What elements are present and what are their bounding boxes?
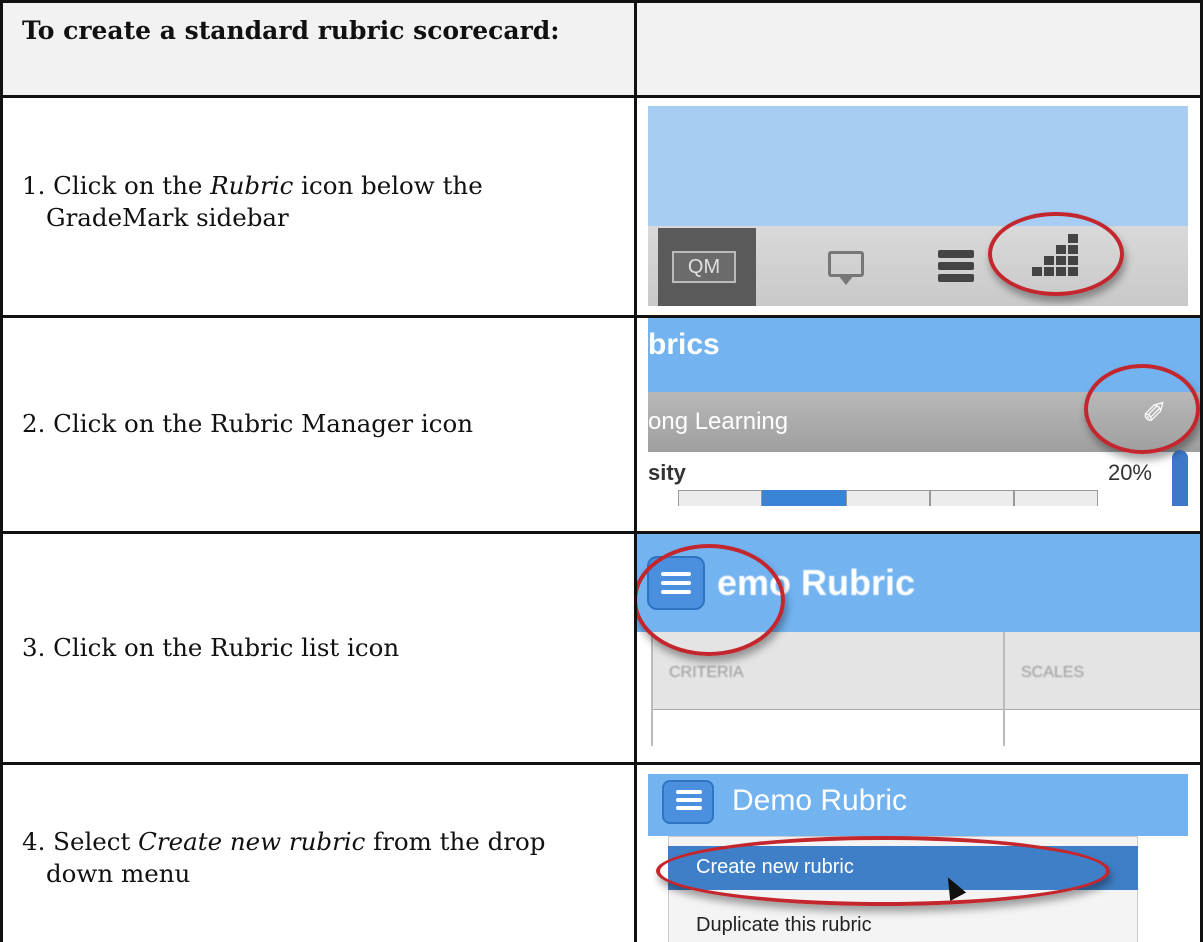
qm-icon: QM	[672, 251, 736, 283]
step-1-text-a: Click on the	[45, 171, 211, 200]
step-1-emphasis: Rubric	[210, 171, 294, 200]
step-3-screenshot: emo Rubric CRITERIA SCALES	[637, 534, 1200, 746]
layers-icon-bar-3	[938, 274, 974, 282]
step-2-text-body: Click on the Rubric Manager icon	[45, 409, 473, 438]
row-divider-1	[0, 95, 1203, 98]
step-3-text: 3. Click on the Rubric list icon	[22, 632, 622, 664]
rubric-title: Demo Rubric	[732, 784, 908, 817]
step-4-text: 4. Select Create new rubric from the dro…	[22, 826, 622, 890]
step-4-text-b: from the drop	[365, 827, 546, 856]
rubric-name-label: ong Learning	[648, 408, 789, 435]
scales-column-header: SCALES	[1021, 664, 1085, 681]
table-border-top	[0, 0, 1203, 3]
step-4-text-a: Select	[45, 827, 139, 856]
header-row-bg-right	[636, 0, 1203, 95]
layers-icon	[938, 250, 974, 258]
step-3-number: 3.	[22, 633, 46, 662]
comment-icon-tail	[838, 275, 854, 285]
step-4-screenshot: Demo Rubric Create new rubric Duplicate …	[648, 774, 1188, 942]
step-3-text-body: Click on the Rubric list icon	[45, 633, 400, 662]
step-4-emphasis: Create new rubric	[138, 827, 366, 856]
scrollbar	[1172, 450, 1188, 506]
table-border-left	[0, 0, 3, 942]
scale-segment	[930, 490, 1014, 506]
row-divider-4	[0, 762, 1203, 765]
column-divider	[1003, 632, 1005, 746]
layers-icon-bar-2	[938, 262, 974, 270]
comment-icon	[828, 251, 864, 277]
column-divider	[651, 632, 653, 746]
sidebar-panel	[648, 106, 1188, 226]
highlight-ring-create-item	[656, 836, 1110, 906]
step-1-text-line2: GradeMark sidebar	[46, 203, 289, 232]
step-4-text-line2: down menu	[46, 859, 191, 888]
step-4-number: 4.	[22, 827, 46, 856]
rubric-header-bar	[648, 774, 1188, 836]
scale-segment-active	[762, 490, 846, 506]
step-2-screenshot: brics ong Learning ✐ sity 20%	[648, 318, 1200, 506]
list-icon	[676, 788, 702, 812]
criteria-column-header: CRITERIA	[669, 664, 744, 681]
table-header-title: To create a standard rubric scorecard:	[22, 16, 560, 45]
table-column-divider	[634, 0, 637, 942]
step-1-number: 1.	[22, 171, 46, 200]
criterion-percent: 20%	[1107, 460, 1152, 485]
rubric-panel-title: brics	[648, 328, 720, 361]
scale-segment	[1014, 490, 1098, 506]
step-2-text: 2. Click on the Rubric Manager icon	[22, 408, 622, 440]
instruction-table: To create a standard rubric scorecard: 1…	[0, 0, 1203, 942]
step-1-text-b: icon below the	[293, 171, 483, 200]
scale-segment	[846, 490, 930, 506]
highlight-ring-list-icon	[637, 544, 785, 656]
scale-segment	[678, 490, 762, 506]
step-1-screenshot: QM	[648, 106, 1188, 306]
menu-item-duplicate-label: Duplicate this rubric	[696, 914, 872, 936]
step-1-text: 1. Click on the Rubric icon below the Gr…	[22, 170, 622, 234]
step-2-number: 2.	[22, 409, 46, 438]
highlight-ring-wrench	[1084, 364, 1200, 454]
highlight-ring-rubric-icon	[988, 212, 1124, 296]
criterion-label: sity	[648, 460, 686, 485]
